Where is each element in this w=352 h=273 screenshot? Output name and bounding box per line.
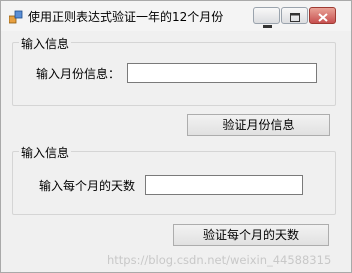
days-info-group: 输入信息 输入每个月的天数 [12, 144, 336, 215]
maximize-button[interactable] [281, 7, 308, 24]
app-icon [8, 10, 23, 24]
verify-days-button[interactable]: 验证每个月的天数 [173, 224, 329, 246]
days-input[interactable] [145, 175, 303, 195]
days-input-label: 输入每个月的天数 [39, 179, 136, 193]
title-bar[interactable]: 使用正则表达式验证一年的12个月份 [1, 1, 351, 31]
month-input[interactable] [127, 63, 317, 83]
app-window: 使用正则表达式验证一年的12个月份 输入信息 输入月份信息： 验证月份信息 输入… [0, 0, 352, 273]
month-info-group: 输入信息 输入月份信息： [12, 35, 336, 106]
watermark: https://blog.csdn.net/weixin_44588315 [107, 253, 332, 267]
minimize-icon [263, 17, 272, 31]
close-button[interactable] [309, 7, 336, 24]
minimize-button[interactable] [253, 7, 280, 28]
window-title: 使用正则表达式验证一年的12个月份 [28, 10, 224, 24]
verify-month-button[interactable]: 验证月份信息 [187, 114, 330, 136]
month-input-label: 输入月份信息： [36, 67, 121, 81]
close-icon [318, 11, 328, 25]
maximize-icon [290, 11, 300, 25]
month-group-legend: 输入信息 [19, 35, 72, 52]
days-group-legend: 输入信息 [19, 144, 72, 161]
